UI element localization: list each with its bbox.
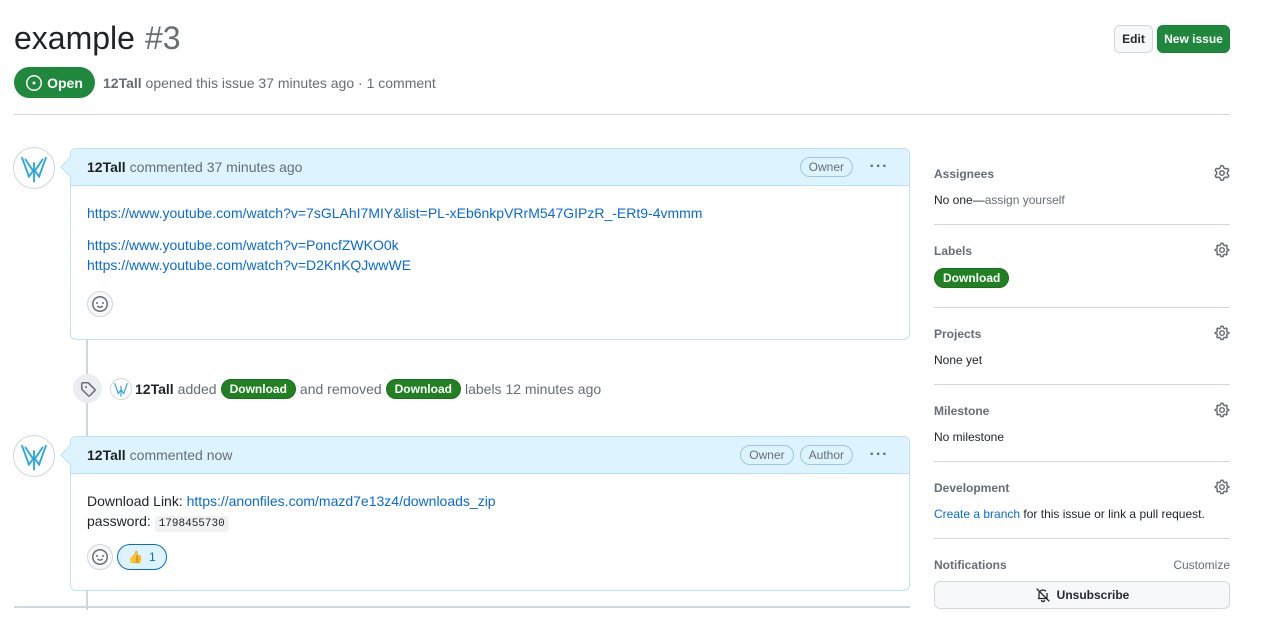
- assignees-value: No one—: [934, 193, 985, 207]
- sidebar-notifications: Notifications Customize: [934, 558, 1230, 572]
- download-link[interactable]: https://anonfiles.com/mazd7e13z4/downloa…: [187, 493, 496, 509]
- label-download[interactable]: Download: [385, 379, 461, 399]
- avatar[interactable]: [110, 378, 132, 400]
- sidebar-divider: [934, 538, 1230, 539]
- tag-icon: [80, 381, 96, 397]
- avatar[interactable]: [13, 435, 55, 477]
- label-event: 12Tall added Download and removed Downlo…: [135, 379, 601, 399]
- projects-value: None yet: [934, 353, 983, 367]
- bell-slash-icon: [1036, 588, 1050, 603]
- comment-card: 12Tall commented now Owner Author ··· Do…: [60, 436, 910, 591]
- thumbs-up-icon: 👍: [128, 550, 143, 564]
- download-prefix: Download Link:: [87, 493, 187, 509]
- issue-opened-icon: [26, 74, 43, 91]
- smiley-icon: [92, 296, 108, 312]
- comment-card: 12Tall commented 37 minutes ago Owner ··…: [60, 148, 910, 340]
- header-divider: [14, 114, 1230, 115]
- label-download[interactable]: Download: [220, 379, 296, 399]
- add-reaction-button[interactable]: [87, 291, 113, 317]
- label-download[interactable]: Download: [934, 268, 1010, 288]
- sidebar-title: Milestone: [934, 404, 990, 418]
- thumbs-up-reaction[interactable]: 👍 1: [117, 544, 167, 570]
- new-issue-button[interactable]: New issue: [1157, 25, 1230, 53]
- add-reaction-button[interactable]: [87, 544, 113, 570]
- comment-header: 12Tall commented 37 minutes ago Owner ··…: [60, 149, 909, 186]
- author-badge: Author: [799, 445, 853, 465]
- edit-button[interactable]: Edit: [1114, 25, 1153, 53]
- comment-author[interactable]: 12Tall: [87, 447, 126, 463]
- event-actor[interactable]: 12Tall: [135, 381, 174, 397]
- comment-time[interactable]: commented 37 minutes ago: [130, 159, 303, 175]
- comment-author[interactable]: 12Tall: [87, 159, 126, 175]
- issue-author-link[interactable]: 12Tall: [103, 75, 142, 91]
- gear-icon[interactable]: [1214, 402, 1230, 418]
- gear-icon[interactable]: [1214, 479, 1230, 495]
- smiley-icon: [92, 549, 108, 565]
- sidebar-title: Projects: [934, 327, 982, 341]
- sidebar-development: Development Create a branch for this iss…: [934, 479, 1230, 521]
- gear-icon[interactable]: [1214, 242, 1230, 258]
- comment-link[interactable]: https://www.youtube.com/watch?v=D2KnKQJw…: [87, 257, 411, 273]
- password-code: 1798455730: [154, 516, 229, 532]
- event-added-text: added: [177, 381, 217, 397]
- password-prefix: password:: [87, 513, 155, 529]
- gear-icon[interactable]: [1214, 325, 1230, 341]
- avatar-logo-icon: [21, 156, 47, 183]
- development-suffix: for this issue or link a pull request.: [1020, 507, 1205, 521]
- kebab-icon[interactable]: ···: [865, 446, 893, 464]
- unsubscribe-button[interactable]: Unsubscribe: [934, 581, 1230, 609]
- sidebar-assignees: Assignees No one—assign yourself: [934, 165, 1230, 207]
- sidebar-title: Development: [934, 481, 1010, 495]
- sidebar-title: Assignees: [934, 167, 995, 181]
- issue-meta-text: opened this issue 37 minutes ago · 1 com…: [141, 75, 436, 91]
- unsubscribe-label: Unsubscribe: [1056, 588, 1130, 602]
- sidebar-divider: [934, 307, 1230, 308]
- avatar[interactable]: [13, 147, 55, 189]
- issue-title-row: example #3: [14, 20, 181, 57]
- comment-link[interactable]: https://www.youtube.com/watch?v=PoncfZWK…: [87, 237, 399, 253]
- issue-meta: 12Tall opened this issue 37 minutes ago …: [103, 75, 436, 91]
- event-suffix[interactable]: labels 12 minutes ago: [465, 381, 601, 397]
- comment-body: Download Link: https://anonfiles.com/maz…: [71, 493, 909, 570]
- gear-icon[interactable]: [1214, 165, 1230, 181]
- sidebar-title: Labels: [934, 244, 973, 258]
- sidebar-projects: Projects None yet: [934, 325, 1230, 367]
- sidebar-milestone: Milestone No milestone: [934, 402, 1230, 444]
- event-badge: [73, 374, 102, 403]
- event-removed-text: and removed: [299, 381, 382, 397]
- comment-header: 12Tall commented now Owner Author ···: [60, 437, 909, 474]
- comment-link[interactable]: https://www.youtube.com/watch?v=7sGLAhI7…: [87, 205, 702, 221]
- issue-number: #3: [144, 20, 181, 56]
- sidebar-divider: [934, 224, 1230, 225]
- create-branch-link[interactable]: Create a branch: [934, 507, 1020, 521]
- reaction-count: 1: [148, 550, 156, 564]
- customize-link[interactable]: Customize: [1173, 558, 1230, 572]
- kebab-icon[interactable]: ···: [865, 158, 893, 176]
- milestone-value: No milestone: [934, 430, 1005, 444]
- comment-body: https://www.youtube.com/watch?v=7sGLAhI7…: [71, 205, 909, 317]
- sidebar-divider: [934, 461, 1230, 462]
- owner-badge: Owner: [799, 157, 853, 177]
- sidebar-divider: [934, 384, 1230, 385]
- comment-time[interactable]: commented now: [130, 447, 233, 463]
- assign-yourself-link[interactable]: assign yourself: [985, 193, 1065, 207]
- issue-title: example: [14, 20, 135, 56]
- issue-state-badge: Open: [14, 67, 95, 98]
- sidebar-labels: Labels Download: [934, 242, 1230, 288]
- issue-state-label: Open: [47, 74, 83, 91]
- avatar-logo-icon: [114, 383, 128, 397]
- timeline-end-divider: [14, 606, 910, 608]
- owner-badge: Owner: [740, 445, 794, 465]
- avatar-logo-icon: [21, 444, 47, 471]
